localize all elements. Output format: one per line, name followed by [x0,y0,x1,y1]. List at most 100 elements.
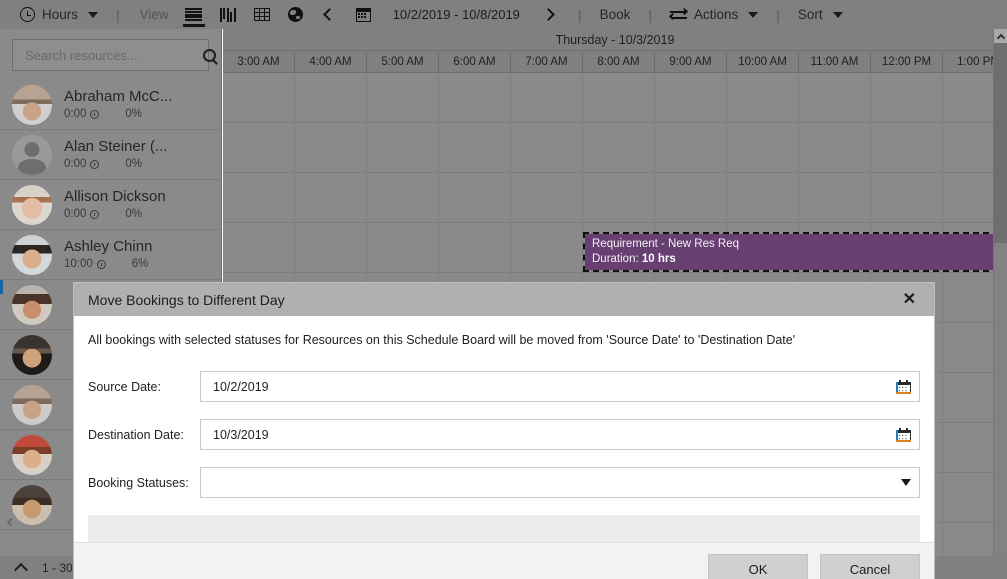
booking-statuses-input[interactable] [211,474,901,491]
search-input[interactable] [23,46,203,64]
sort-dropdown[interactable]: Sort [792,0,849,29]
grid-cell[interactable] [223,73,295,122]
grid-cell[interactable] [223,123,295,172]
grid-cell[interactable] [295,223,367,272]
calendar-icon[interactable] [896,427,911,442]
grid-cell[interactable] [655,73,727,122]
avatar-image [12,334,52,375]
dialog-filler-strip [88,515,920,542]
grid-cell[interactable] [871,123,943,172]
resource-metrics: 0:00 0% [64,208,166,221]
scrollbar-thumb[interactable] [994,43,1007,243]
grid-row [223,73,1007,123]
grid-row [223,173,1007,223]
resource-row[interactable]: Abraham McC... 0:00 0% [0,80,221,130]
booking-requirement[interactable]: Requirement - New Res Req Duration: 10 h… [583,232,999,272]
resource-row[interactable]: Ashley Chinn 10:00 6% [0,230,221,280]
grid-cell[interactable] [727,123,799,172]
grid-cell[interactable] [511,173,583,222]
grid-cell[interactable] [583,173,655,222]
resource-name: Alan Steiner (... [64,137,168,155]
grid-cell[interactable] [799,73,871,122]
clock-icon [90,210,100,220]
gantt-view-icon[interactable] [211,0,245,29]
previous-period-button[interactable] [313,0,347,29]
hour-header-cell: 3:00 AM [223,51,295,72]
grid-cell[interactable] [439,123,511,172]
toolbar-separator-1: | [116,6,120,23]
grid-cell[interactable] [223,223,295,272]
ok-button[interactable]: OK [708,554,808,579]
chevron-up-icon [996,33,1006,42]
scroll-up-button[interactable] [994,29,1007,43]
close-icon[interactable]: ✕ [899,290,920,310]
grid-cell[interactable] [295,123,367,172]
grid-view-icon[interactable] [245,0,279,29]
grid-cell[interactable] [295,73,367,122]
grid-cell[interactable] [439,223,511,272]
resource-name: Allison Dickson [64,187,166,205]
grid-cell[interactable] [511,123,583,172]
grid-cell[interactable] [655,123,727,172]
destination-date-label: Destination Date: [88,427,184,442]
grid-cell[interactable] [223,173,295,222]
vertical-scrollbar[interactable] [993,29,1007,556]
calendar-icon[interactable] [896,379,911,394]
next-period-button[interactable] [532,0,566,29]
grid-cell[interactable] [367,73,439,122]
destination-date-input[interactable] [211,426,896,443]
dialog-body: All bookings with selected statuses for … [74,316,934,542]
destination-date-control[interactable] [200,419,920,450]
grid-cell[interactable] [799,123,871,172]
resource-metrics: 0:00 0% [64,108,172,121]
hour-header-cell: 5:00 AM [367,51,439,72]
grid-cell[interactable] [295,173,367,222]
grid-cell[interactable] [871,173,943,222]
schedule-board-app: Hours | View 10/2/2019 - 10/8/2019 | Boo… [0,0,1007,579]
list-glyph [185,8,203,21]
grid-glyph [253,8,270,21]
actions-dropdown[interactable]: Actions [664,0,764,29]
avatar-image [12,184,52,225]
calendar-icon [356,7,372,22]
day-header: Thursday - 10/3/2019 [223,29,1007,51]
chevron-right-icon [542,8,556,21]
source-date-control[interactable] [200,371,920,402]
grid-cell[interactable] [583,123,655,172]
grid-cell[interactable] [367,173,439,222]
resource-utilization: 0% [125,208,143,221]
toolbar-separator-2: | [577,6,582,23]
chevron-down-icon[interactable] [901,479,911,486]
hours-dropdown[interactable]: Hours [14,0,104,29]
source-date-input[interactable] [211,378,896,395]
booking-statuses-control[interactable] [200,467,920,498]
previous-page-button[interactable] [13,562,29,577]
actions-label: Actions [693,7,739,22]
cancel-button[interactable]: Cancel [820,554,920,579]
grid-cell[interactable] [511,223,583,272]
avatar [12,334,52,375]
grid-cell[interactable] [655,173,727,222]
resource-row[interactable]: Alan Steiner (... 0:00 0% [0,130,221,180]
grid-cell[interactable] [367,123,439,172]
move-bookings-dialog: Move Bookings to Different Day ✕ All boo… [74,283,934,579]
view-label: View [139,7,169,22]
grid-cell[interactable] [799,173,871,222]
grid-cell[interactable] [727,173,799,222]
grid-cell[interactable] [439,173,511,222]
search-box[interactable] [12,39,216,71]
map-view-icon[interactable] [279,0,313,29]
grid-cell[interactable] [439,73,511,122]
grid-cell[interactable] [583,73,655,122]
grid-cell[interactable] [871,73,943,122]
search-icon[interactable] [203,48,216,62]
calendar-picker-button[interactable] [347,0,381,29]
book-button[interactable]: Book [594,0,637,29]
list-view-icon[interactable] [177,0,211,29]
grid-cell[interactable] [511,73,583,122]
resource-row[interactable]: Allison Dickson 0:00 0% [0,180,221,230]
grid-cell[interactable] [367,223,439,272]
dialog-header: Move Bookings to Different Day ✕ [74,283,934,316]
grid-cell[interactable] [727,73,799,122]
toolbar-separator-3: | [648,6,652,23]
